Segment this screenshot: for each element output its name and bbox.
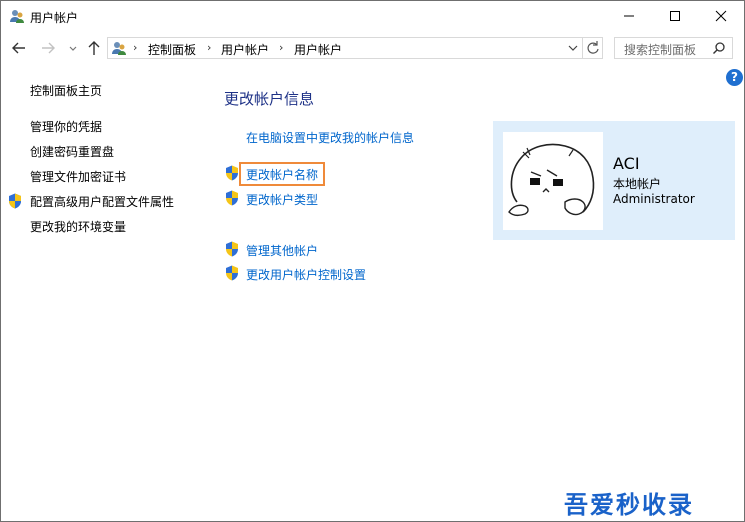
maximize-button[interactable]	[652, 1, 698, 31]
sidebar-item-create-reset-disk[interactable]: 创建密码重置盘	[30, 143, 114, 160]
navigation-bar: › 控制面板 › 用户帐户 › 用户帐户 搜索控制面板	[1, 32, 744, 64]
up-arrow-icon	[88, 41, 100, 55]
address-dropdown-button[interactable]	[564, 38, 582, 58]
close-icon	[715, 10, 727, 22]
user-accounts-window: 用户帐户 › 控制面板 › 用户帐户 › 用户帐户 搜索控制面板 ? 控制面板主…	[0, 0, 745, 522]
uac-shield-icon	[226, 165, 238, 181]
chevron-down-icon	[568, 45, 578, 51]
uac-shield-icon	[226, 241, 238, 257]
user-avatar[interactable]	[503, 132, 603, 230]
account-role: Administrator	[613, 192, 695, 206]
link-pc-settings-account-info[interactable]: 在电脑设置中更改我的帐户信息	[246, 129, 414, 146]
link-change-account-type[interactable]: 更改帐户类型	[246, 191, 318, 208]
breadcrumb-user-accounts[interactable]: 用户帐户	[221, 41, 269, 58]
up-button[interactable]	[85, 39, 103, 57]
close-button[interactable]	[698, 1, 744, 31]
back-arrow-icon	[12, 42, 25, 54]
search-icon	[713, 42, 725, 54]
refresh-button[interactable]	[582, 38, 603, 58]
chevron-down-icon	[69, 46, 77, 51]
user-accounts-icon	[10, 10, 24, 23]
search-box[interactable]: 搜索控制面板	[614, 37, 733, 59]
link-manage-other-accounts[interactable]: 管理其他帐户	[246, 242, 318, 259]
account-type: 本地帐户	[613, 177, 662, 191]
breadcrumb-user-accounts-current[interactable]: 用户帐户	[294, 41, 342, 58]
minimize-icon	[624, 15, 634, 17]
refresh-icon	[587, 41, 599, 54]
sidebar-item-control-panel-home[interactable]: 控制面板主页	[30, 82, 102, 99]
title-bar: 用户帐户	[1, 1, 744, 31]
breadcrumb-separator-icon[interactable]: ›	[133, 41, 137, 54]
breadcrumb-control-panel[interactable]: 控制面板	[148, 41, 196, 58]
sidebar-item-advanced-profile-properties[interactable]: 配置高级用户配置文件属性	[30, 193, 174, 210]
uac-shield-icon	[9, 193, 21, 209]
breadcrumb-separator-icon[interactable]: ›	[279, 41, 283, 54]
watermark-logo: 吾爱秒收录	[564, 491, 694, 519]
user-card: ACI 本地帐户 Administrator	[493, 121, 735, 240]
page-title: 更改帐户信息	[224, 90, 315, 108]
address-bar[interactable]: › 控制面板 › 用户帐户 › 用户帐户	[107, 37, 603, 59]
uac-shield-icon	[226, 265, 238, 281]
link-uac-settings[interactable]: 更改用户帐户控制设置	[246, 266, 366, 283]
window-title: 用户帐户	[30, 11, 79, 25]
back-button[interactable]	[10, 39, 28, 57]
sidebar-item-manage-encryption-certs[interactable]: 管理文件加密证书	[30, 168, 126, 185]
forward-button[interactable]	[39, 39, 57, 57]
link-change-account-name[interactable]: 更改帐户名称	[246, 166, 318, 183]
forward-arrow-icon	[42, 42, 55, 54]
user-accounts-icon	[112, 42, 126, 55]
search-input[interactable]: 搜索控制面板	[624, 41, 696, 58]
maximize-icon	[670, 11, 680, 21]
recent-locations-button[interactable]	[64, 39, 82, 57]
user-name: ACI	[613, 154, 640, 173]
help-button[interactable]: ?	[726, 69, 743, 86]
sidebar-item-environment-variables[interactable]: 更改我的环境变量	[30, 218, 126, 235]
uac-shield-icon	[226, 190, 238, 206]
sidebar-item-manage-credentials[interactable]: 管理你的凭据	[30, 118, 102, 135]
minimize-button[interactable]	[606, 1, 652, 31]
breadcrumb-separator-icon[interactable]: ›	[207, 41, 211, 54]
